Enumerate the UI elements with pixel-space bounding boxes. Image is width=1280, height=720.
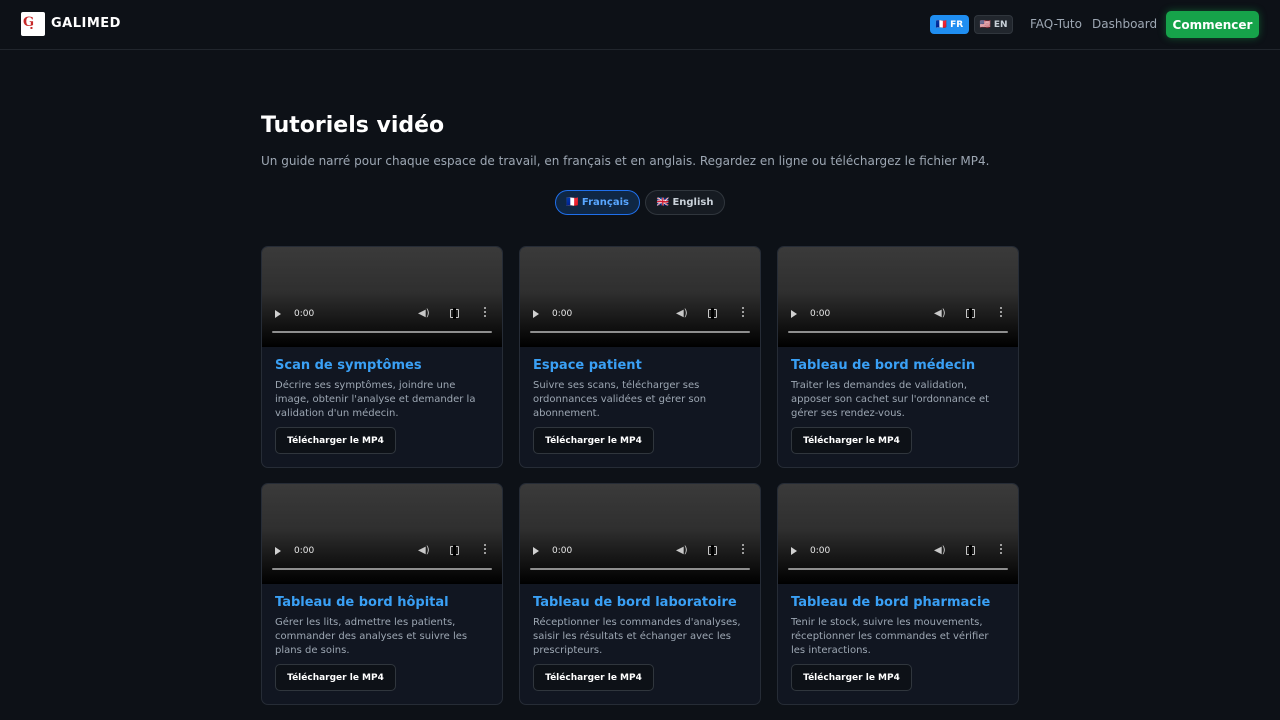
video-card: 0:00 ◀) Tableau de bord hôpital Gérer le…: [261, 483, 503, 705]
more-options-icon[interactable]: [1000, 544, 1003, 556]
fullscreen-icon[interactable]: [450, 545, 459, 556]
more-options-icon[interactable]: [1000, 307, 1003, 319]
play-icon[interactable]: [533, 310, 539, 318]
video-player[interactable]: 0:00 ◀): [520, 484, 760, 584]
video-player[interactable]: 0:00 ◀): [520, 247, 760, 347]
card-title: Scan de symptômes: [275, 358, 422, 373]
video-time: 0:00: [552, 546, 573, 556]
volume-icon[interactable]: ◀): [934, 308, 946, 319]
lang-en-button[interactable]: 🇺🇸 EN: [974, 15, 1013, 34]
download-mp4-button[interactable]: Télécharger le MP4: [275, 427, 396, 454]
video-time: 0:00: [552, 309, 573, 319]
galimed-logo[interactable]: G ▪: [21, 12, 45, 36]
tab-francais[interactable]: 🇫🇷 Français: [555, 190, 640, 215]
page-subtitle: Un guide narré pour chaque espace de tra…: [261, 154, 990, 168]
play-icon[interactable]: [791, 310, 797, 318]
video-progress-bar[interactable]: [530, 568, 750, 570]
download-mp4-button[interactable]: Télécharger le MP4: [791, 664, 912, 691]
card-title: Tableau de bord pharmacie: [791, 595, 991, 610]
play-icon[interactable]: [275, 310, 281, 318]
start-button[interactable]: Commencer: [1166, 11, 1259, 38]
card-title: Tableau de bord laboratoire: [533, 595, 737, 610]
nav-faq-link[interactable]: FAQ-Tuto: [1030, 17, 1082, 31]
fullscreen-icon[interactable]: [966, 308, 975, 319]
video-progress-bar[interactable]: [272, 568, 492, 570]
tab-english[interactable]: 🇬🇧 English: [645, 190, 725, 215]
video-player[interactable]: 0:00 ◀): [262, 484, 502, 584]
video-time: 0:00: [810, 309, 831, 319]
card-description: Gérer les lits, admettre les patients, c…: [275, 617, 468, 656]
card-description: Décrire ses symptômes, joindre une image…: [275, 380, 476, 419]
video-time: 0:00: [294, 309, 315, 319]
download-mp4-button[interactable]: Télécharger le MP4: [275, 664, 396, 691]
download-mp4-button[interactable]: Télécharger le MP4: [533, 664, 654, 691]
video-time: 0:00: [294, 546, 315, 556]
video-card: 0:00 ◀) Espace patient Suivre ses scans,…: [519, 246, 761, 468]
card-title: Tableau de bord médecin: [791, 358, 976, 373]
more-options-icon[interactable]: [742, 307, 745, 319]
volume-icon[interactable]: ◀): [418, 308, 430, 319]
lang-fr-button[interactable]: 🇫🇷 FR: [930, 15, 969, 34]
video-time: 0:00: [810, 546, 831, 556]
logo-mark: ▪: [30, 25, 33, 30]
video-progress-bar[interactable]: [788, 568, 1008, 570]
download-mp4-button[interactable]: Télécharger le MP4: [791, 427, 912, 454]
more-options-icon[interactable]: [484, 307, 487, 319]
card-description: Suivre ses scans, télécharger ses ordonn…: [533, 380, 707, 419]
download-mp4-button[interactable]: Télécharger le MP4: [533, 427, 654, 454]
card-title: Espace patient: [533, 358, 642, 373]
card-description: Traiter les demandes de validation, appo…: [791, 380, 990, 419]
video-player[interactable]: 0:00 ◀): [778, 247, 1018, 347]
more-options-icon[interactable]: [484, 544, 487, 556]
video-card: 0:00 ◀) Tableau de bord laboratoire Réce…: [519, 483, 761, 705]
video-card: 0:00 ◀) Scan de symptômes Décrire ses sy…: [261, 246, 503, 468]
play-icon[interactable]: [791, 547, 797, 555]
card-title: Tableau de bord hôpital: [275, 595, 449, 610]
video-progress-bar[interactable]: [272, 331, 492, 333]
card-description: Réceptionner les commandes d'analyses, s…: [533, 617, 741, 656]
fullscreen-icon[interactable]: [966, 545, 975, 556]
more-options-icon[interactable]: [742, 544, 745, 556]
volume-icon[interactable]: ◀): [676, 308, 688, 319]
video-progress-bar[interactable]: [788, 331, 1008, 333]
brand-name[interactable]: GALIMED: [51, 16, 121, 31]
video-player[interactable]: 0:00 ◀): [262, 247, 502, 347]
fullscreen-icon[interactable]: [708, 545, 717, 556]
top-navbar: G ▪ GALIMED 🇫🇷 FR 🇺🇸 EN FAQ-Tuto Dashboa…: [0, 0, 1280, 50]
play-icon[interactable]: [275, 547, 281, 555]
fullscreen-icon[interactable]: [708, 308, 717, 319]
play-icon[interactable]: [533, 547, 539, 555]
video-player[interactable]: 0:00 ◀): [778, 484, 1018, 584]
video-progress-bar[interactable]: [530, 331, 750, 333]
volume-icon[interactable]: ◀): [934, 545, 946, 556]
video-card: 0:00 ◀) Tableau de bord médecin Traiter …: [777, 246, 1019, 468]
volume-icon[interactable]: ◀): [418, 545, 430, 556]
card-description: Tenir le stock, suivre les mouvements, r…: [791, 617, 989, 656]
volume-icon[interactable]: ◀): [676, 545, 688, 556]
fullscreen-icon[interactable]: [450, 308, 459, 319]
nav-dashboard-link[interactable]: Dashboard: [1092, 17, 1157, 31]
page-title: Tutoriels vidéo: [261, 113, 445, 138]
video-card: 0:00 ◀) Tableau de bord pharmacie Tenir …: [777, 483, 1019, 705]
